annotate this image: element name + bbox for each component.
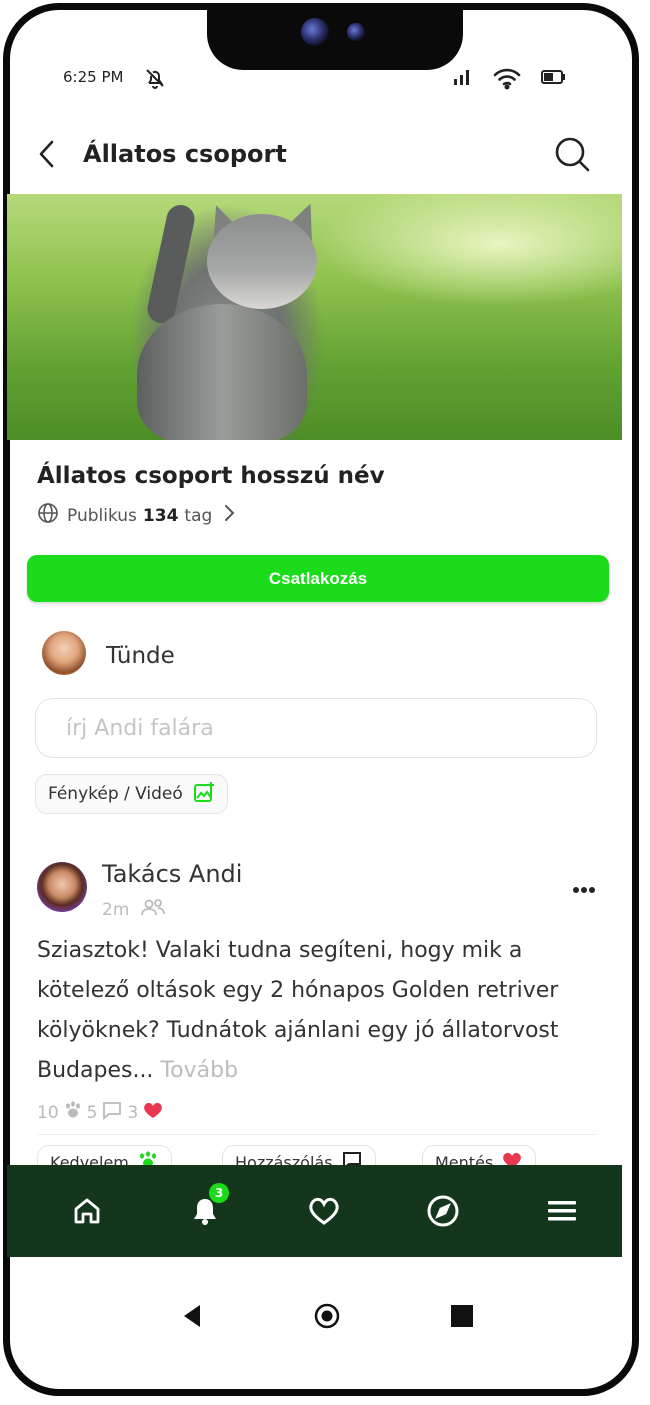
more-options-icon[interactable] bbox=[566, 872, 602, 902]
camera-notch bbox=[207, 10, 463, 70]
post-text: Sziasztok! Valaki tudna segíteni, hogy m… bbox=[37, 938, 559, 1083]
photo-video-label: Fénykép / Videó bbox=[48, 784, 183, 804]
post-divider bbox=[37, 1134, 597, 1135]
composer-user-name: Tünde bbox=[106, 643, 175, 669]
system-recents-icon[interactable] bbox=[449, 1302, 475, 1334]
sensor-icon bbox=[347, 23, 365, 41]
avatar bbox=[42, 631, 86, 675]
compass-icon[interactable] bbox=[423, 1191, 463, 1231]
home-icon[interactable] bbox=[67, 1191, 107, 1231]
bell-icon[interactable]: 3 bbox=[185, 1183, 229, 1231]
globe-icon bbox=[37, 502, 59, 529]
system-navigation bbox=[0, 1290, 650, 1350]
battery-icon bbox=[540, 70, 566, 88]
paw-count: 10 bbox=[37, 1102, 59, 1123]
bottom-navigation: 3 bbox=[7, 1165, 622, 1257]
post-stats: 10 5 3 bbox=[37, 1100, 164, 1125]
wall-post-input[interactable] bbox=[35, 698, 597, 758]
kitten-head bbox=[207, 214, 317, 309]
system-home-icon[interactable] bbox=[313, 1302, 341, 1334]
wifi-icon bbox=[492, 66, 522, 94]
group-privacy: Publikus bbox=[67, 505, 137, 526]
post-author[interactable]: Takács Andi bbox=[102, 860, 242, 888]
kitten-body bbox=[137, 304, 307, 440]
search-icon[interactable] bbox=[552, 134, 592, 174]
page-title: Állatos csoport bbox=[83, 140, 287, 168]
author-avatar[interactable] bbox=[37, 862, 87, 912]
menu-icon[interactable] bbox=[542, 1191, 582, 1231]
post-time: 2m bbox=[102, 899, 130, 920]
group-audience-icon bbox=[141, 898, 166, 921]
notification-badge: 3 bbox=[209, 1183, 229, 1203]
image-add-icon bbox=[193, 781, 215, 808]
post-body: Sziasztok! Valaki tudna segíteni, hogy m… bbox=[37, 931, 597, 1091]
read-more-link[interactable]: Tovább bbox=[160, 1058, 238, 1083]
bell-off-icon bbox=[143, 66, 167, 94]
camera-lens-icon bbox=[301, 18, 329, 46]
group-meta[interactable]: Publikus 134 tag bbox=[37, 502, 236, 529]
group-cover-image bbox=[7, 194, 622, 440]
like-count: 3 bbox=[127, 1102, 139, 1123]
member-label: tag bbox=[184, 505, 213, 526]
post-meta: 2m bbox=[102, 898, 166, 921]
signal-icon bbox=[452, 68, 472, 90]
heart-icon[interactable] bbox=[304, 1191, 344, 1231]
comment-count: 5 bbox=[86, 1102, 98, 1123]
group-name: Állatos csoport hosszú név bbox=[37, 463, 385, 489]
status-time: 6:25 PM bbox=[63, 68, 124, 86]
member-count: 134 bbox=[142, 505, 179, 526]
paw-icon bbox=[63, 1101, 83, 1124]
chevron-right-icon bbox=[222, 503, 236, 528]
top-app-bar: Állatos csoport bbox=[0, 124, 650, 184]
comment-icon bbox=[101, 1100, 123, 1125]
kitten-tail bbox=[144, 202, 198, 326]
join-button[interactable]: Csatlakozás bbox=[27, 555, 609, 602]
photo-video-button[interactable]: Fénykép / Videó bbox=[35, 774, 228, 814]
system-back-icon[interactable] bbox=[180, 1302, 206, 1334]
heart-filled-icon bbox=[142, 1100, 164, 1125]
back-arrow-icon[interactable] bbox=[32, 136, 62, 172]
